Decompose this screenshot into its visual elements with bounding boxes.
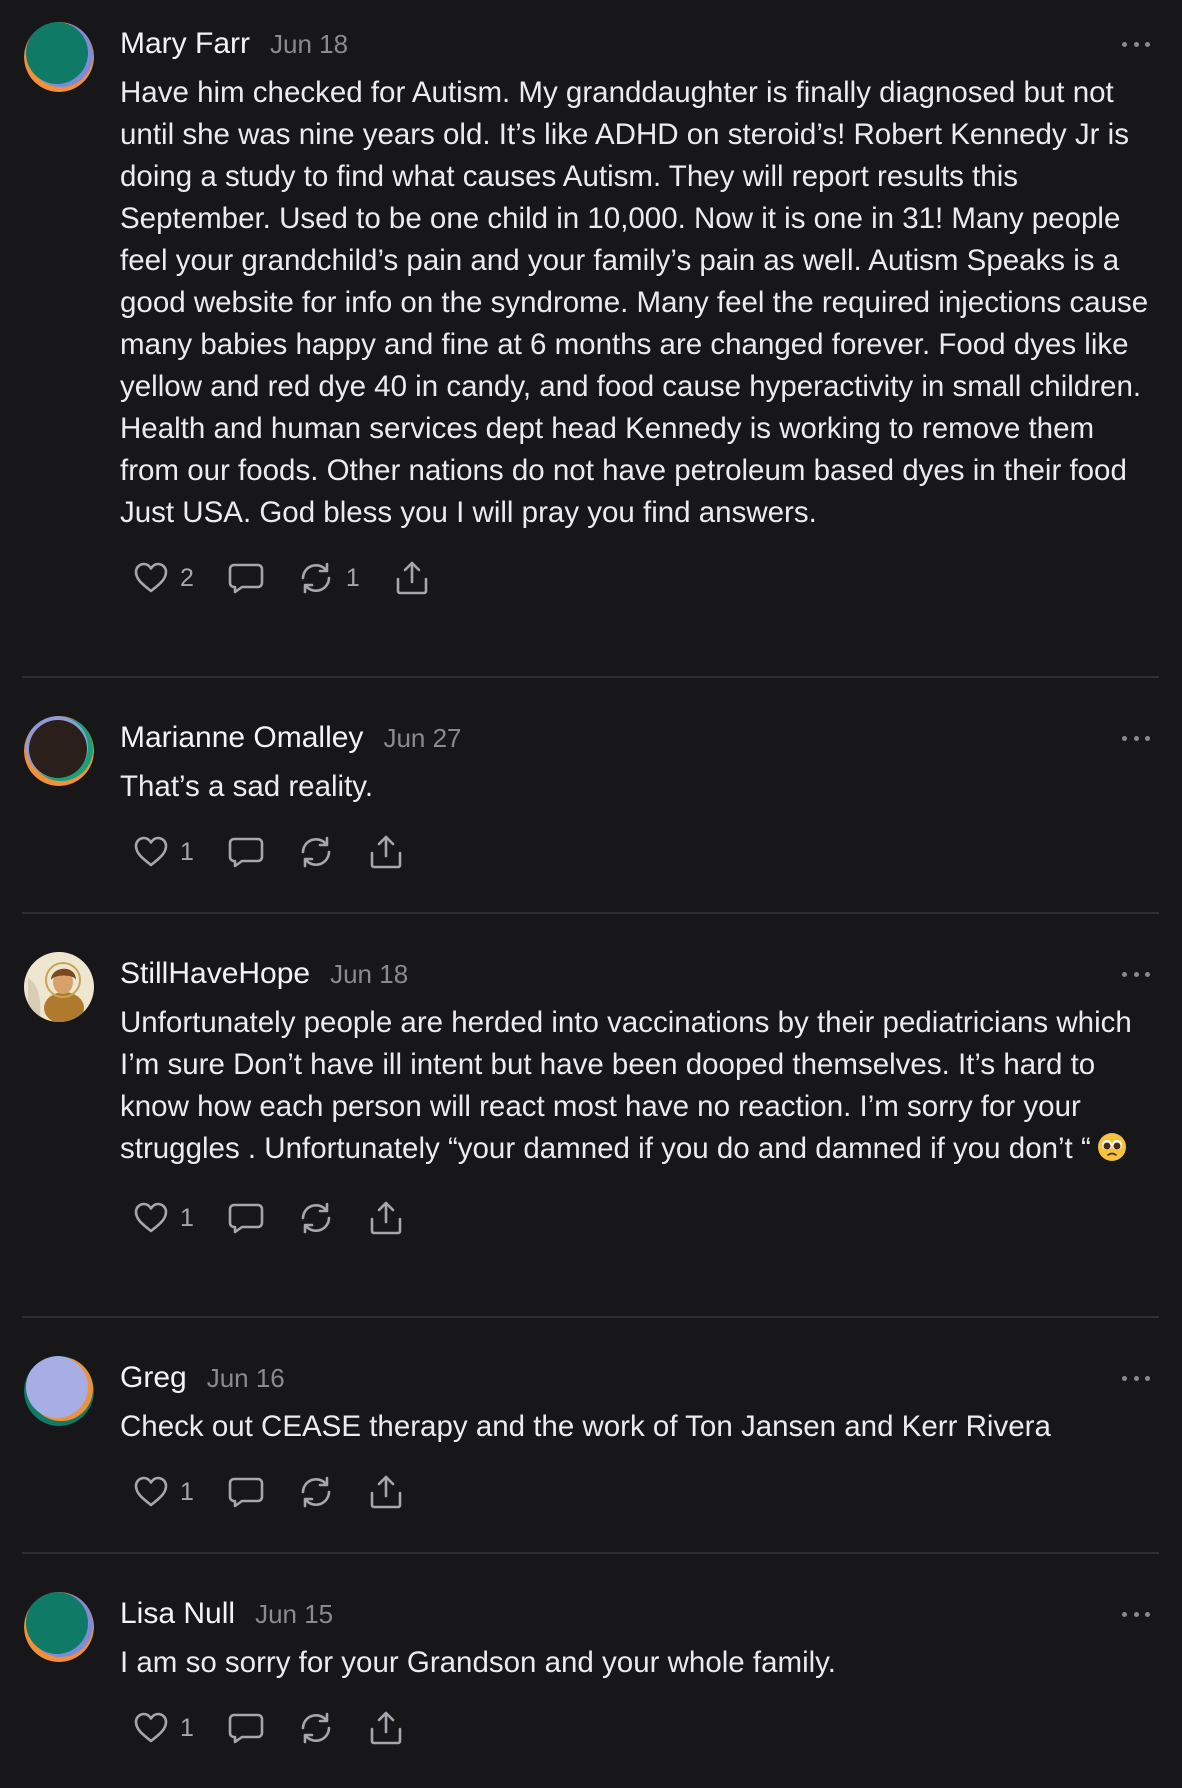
like-count: 2 [180, 563, 194, 592]
author-name[interactable]: Lisa Null [120, 1597, 235, 1631]
comment-text: That’s a sad reality. [120, 770, 374, 803]
heart-icon [134, 562, 168, 593]
comment-date[interactable]: Jun 27 [383, 723, 461, 754]
like-count: 1 [180, 1713, 194, 1742]
reply-button[interactable] [228, 835, 264, 869]
restack-button[interactable]: 1 [298, 561, 360, 595]
more-dots-icon[interactable] [1122, 1604, 1150, 1624]
restack-icon [301, 836, 331, 868]
comment-text-content: Unfortunately people are herded into vac… [120, 1006, 1132, 1165]
reply-button[interactable] [228, 561, 264, 595]
comment: Marianne Omalley Jun 27 That’s a sad rea… [0, 678, 1182, 912]
more-dots-icon[interactable] [1122, 964, 1150, 984]
restack-icon [301, 562, 331, 594]
share-button[interactable] [368, 1474, 404, 1510]
share-icon [396, 561, 428, 595]
like-button[interactable]: 1 [134, 1712, 194, 1744]
restack-icon [301, 1712, 331, 1744]
comment-header: Greg Jun 16 [120, 1356, 1158, 1400]
more-dots-icon[interactable] [1122, 1368, 1150, 1388]
share-button[interactable] [368, 1200, 404, 1236]
reply-button[interactable] [228, 1201, 264, 1235]
avatar[interactable] [24, 1592, 94, 1662]
comment-text: Unfortunately people are herded into vac… [120, 1002, 1158, 1174]
like-button[interactable]: 1 [134, 1476, 194, 1508]
restack-button[interactable] [298, 835, 334, 869]
like-button[interactable]: 1 [134, 836, 194, 868]
author-name[interactable]: StillHaveHope [120, 957, 310, 991]
share-icon [370, 1711, 402, 1745]
reply-button[interactable] [228, 1475, 264, 1509]
share-icon [370, 1475, 402, 1509]
action-bar: 1 [134, 828, 1158, 876]
restack-button[interactable] [298, 1711, 334, 1745]
comment-bubble-icon [228, 1713, 264, 1744]
author-name[interactable]: Marianne Omalley [120, 721, 363, 755]
avatar[interactable] [24, 1356, 94, 1426]
comment: Mary Farr Jun 18 Have him checked for Au… [0, 0, 1182, 676]
restack-count: 1 [345, 563, 360, 592]
comment-text: Check out CEASE therapy and the work of … [120, 1410, 1051, 1443]
restack-button[interactable] [298, 1475, 334, 1509]
comment: Greg Jun 16 Check out CEASE therapy and … [0, 1318, 1182, 1552]
like-button[interactable]: 1 [134, 1202, 194, 1234]
comment-date[interactable]: Jun 15 [255, 1599, 333, 1630]
more-dots-icon[interactable] [1122, 728, 1150, 748]
heart-icon [134, 1202, 168, 1233]
like-count: 1 [180, 1203, 194, 1232]
action-bar: 1 [134, 1468, 1158, 1516]
comment-text: I am so sorry for your Grandson and your… [120, 1646, 836, 1679]
more-dots-icon[interactable] [1122, 34, 1150, 54]
like-button[interactable]: 2 [134, 562, 194, 594]
comment-date[interactable]: Jun 18 [330, 959, 408, 990]
comment-header: Mary Farr Jun 18 [120, 22, 1158, 66]
like-count: 1 [180, 1477, 194, 1506]
action-bar: 1 [134, 1704, 1158, 1752]
heart-icon [134, 1476, 168, 1507]
comment-header: StillHaveHope Jun 18 [120, 952, 1158, 996]
comment-date[interactable]: Jun 18 [270, 29, 348, 60]
pleading-face-emoji [1097, 1132, 1127, 1174]
comment-header: Marianne Omalley Jun 27 [120, 716, 1158, 760]
avatar[interactable] [24, 22, 94, 92]
comment-header: Lisa Null Jun 15 [120, 1592, 1158, 1636]
comment-bubble-icon [228, 1477, 264, 1508]
comment-text: Have him checked for Autism. My granddau… [120, 76, 1149, 529]
restack-icon [301, 1202, 331, 1234]
share-button[interactable] [368, 834, 404, 870]
comment-bubble-icon [228, 837, 264, 868]
reply-button[interactable] [228, 1711, 264, 1745]
comment-bubble-icon [228, 1203, 264, 1234]
comment-date[interactable]: Jun 16 [207, 1363, 285, 1394]
restack-icon [301, 1476, 331, 1508]
action-bar: 1 [134, 1194, 1158, 1242]
heart-icon [134, 1712, 168, 1743]
action-bar: 2 1 [134, 554, 1158, 602]
author-name[interactable]: Mary Farr [120, 27, 250, 61]
author-name[interactable]: Greg [120, 1361, 187, 1395]
avatar[interactable] [24, 716, 94, 786]
comment: Lisa Null Jun 15 I am so sorry for your … [0, 1554, 1182, 1788]
comment: StillHaveHope Jun 18 Unfortunately peopl… [0, 914, 1182, 1316]
share-icon [370, 1201, 402, 1235]
share-button[interactable] [394, 560, 430, 596]
heart-icon [134, 836, 168, 867]
comments-feed: Mary Farr Jun 18 Have him checked for Au… [0, 0, 1182, 1788]
share-icon [370, 835, 402, 869]
restack-button[interactable] [298, 1201, 334, 1235]
like-count: 1 [180, 837, 194, 866]
share-button[interactable] [368, 1710, 404, 1746]
comment-bubble-icon [228, 563, 264, 594]
avatar[interactable] [24, 952, 94, 1022]
